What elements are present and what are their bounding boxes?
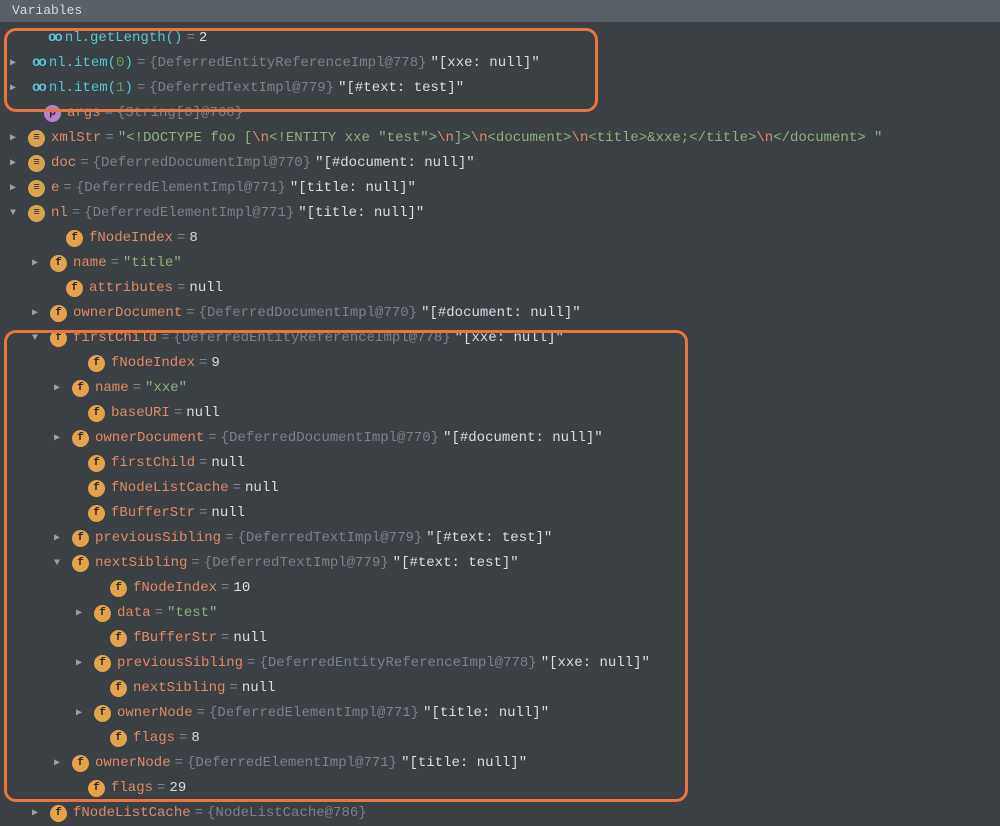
expr: nl.getLength(): [65, 27, 183, 49]
var-name: xmlStr: [51, 127, 101, 149]
chevron-down-icon[interactable]: ▼: [6, 206, 20, 222]
field-badge-icon: f: [88, 355, 105, 372]
chevron-right-icon[interactable]: ▶: [72, 706, 86, 722]
variable-row[interactable]: ▶fpreviousSibling={DeferredEntityReferen…: [0, 651, 1000, 676]
field-badge-icon: f: [66, 230, 83, 247]
variable-row[interactable]: ▶ffBufferStr=null: [0, 626, 1000, 651]
chevron-right-icon[interactable]: ▶: [6, 56, 20, 72]
variable-row[interactable]: ▶fname="xxe": [0, 376, 1000, 401]
type: {DeferredEntityReferenceImpl@778}: [149, 52, 426, 74]
glasses-icon: o͏o: [42, 27, 65, 49]
chevron-down-icon[interactable]: ▼: [28, 331, 42, 347]
field-badge-icon: f: [88, 455, 105, 472]
type: {String[0]@768}: [117, 102, 243, 124]
field-badge-icon: f: [110, 580, 127, 597]
variable-row[interactable]: ▼fnextSibling={DeferredTextImpl@779}"[#t…: [0, 551, 1000, 576]
field-badge-icon: f: [50, 255, 67, 272]
equals-badge-icon: ≡: [28, 130, 45, 147]
variable-row[interactable]: ▶ffNodeIndex=9: [0, 351, 1000, 376]
value: 2: [199, 27, 207, 49]
field-badge-icon: f: [88, 405, 105, 422]
field-badge-icon: f: [66, 280, 83, 297]
param-badge-icon: p: [44, 105, 61, 122]
chevron-down-icon[interactable]: ▼: [50, 556, 64, 572]
field-badge-icon: f: [72, 430, 89, 447]
variable-row[interactable]: ▼ ≡ nl= {DeferredElementImpl@771}"[title…: [0, 201, 1000, 226]
chevron-right-icon[interactable]: ▶: [28, 806, 42, 822]
chevron-right-icon[interactable]: ▶: [50, 531, 64, 547]
variable-row[interactable]: ▶ffNodeIndex=8: [0, 226, 1000, 251]
chevron-right-icon[interactable]: ▶: [72, 606, 86, 622]
chevron-right-icon[interactable]: ▶: [28, 306, 42, 322]
variable-row[interactable]: ▶fflags=29: [0, 776, 1000, 801]
field-badge-icon: f: [94, 605, 111, 622]
field-badge-icon: f: [88, 780, 105, 797]
variable-row[interactable]: ▶ffNodeListCache=null: [0, 476, 1000, 501]
glasses-icon: o͏o: [26, 77, 49, 99]
variable-tree: ▶ o͏o nl.getLength() =2 ▶ o͏o nl.item(0)…: [0, 22, 1000, 826]
variables-tab[interactable]: Variables: [0, 0, 1000, 22]
field-badge-icon: f: [72, 380, 89, 397]
field-badge-icon: f: [50, 305, 67, 322]
chevron-right-icon[interactable]: ▶: [6, 156, 20, 172]
chevron-right-icon[interactable]: ▶: [50, 431, 64, 447]
watch-expression[interactable]: ▶ o͏o nl.getLength() =2: [0, 26, 1000, 51]
variable-row[interactable]: ▶fbaseURI=null: [0, 401, 1000, 426]
field-badge-icon: f: [110, 730, 127, 747]
variable-row[interactable]: ▶fownerDocument={DeferredDocumentImpl@77…: [0, 426, 1000, 451]
type: {DeferredTextImpl@779}: [149, 77, 334, 99]
variable-row[interactable]: ▶ffirstChild=null: [0, 451, 1000, 476]
debugger-variables-panel: Variables ▶ o͏o nl.getLength() =2 ▶ o͏o …: [0, 0, 1000, 826]
tab-title: Variables: [12, 1, 82, 22]
variable-row[interactable]: ▶fownerNode={DeferredElementImpl@771}"[t…: [0, 751, 1000, 776]
variable-row[interactable]: ▶fownerDocument={DeferredDocumentImpl@77…: [0, 301, 1000, 326]
value: "[#text: test]": [334, 77, 464, 99]
variable-row[interactable]: ▶ ≡ xmlStr= "<!DOCTYPE foo [\n <!ENTITY …: [0, 126, 1000, 151]
field-badge-icon: f: [72, 530, 89, 547]
field-badge-icon: f: [88, 505, 105, 522]
chevron-right-icon[interactable]: ▶: [6, 181, 20, 197]
equals-badge-icon: ≡: [28, 155, 45, 172]
variable-row[interactable]: ▼ffirstChild={DeferredEntityReferenceImp…: [0, 326, 1000, 351]
variable-row[interactable]: ▶ p args= {String[0]@768}: [0, 101, 1000, 126]
field-badge-icon: f: [88, 480, 105, 497]
field-badge-icon: f: [50, 330, 67, 347]
field-badge-icon: f: [72, 755, 89, 772]
chevron-right-icon[interactable]: ▶: [28, 256, 42, 272]
value: "[xxe: null]": [427, 52, 540, 74]
glasses-icon: o͏o: [26, 52, 49, 74]
chevron-right-icon[interactable]: ▶: [72, 656, 86, 672]
chevron-right-icon[interactable]: ▶: [50, 381, 64, 397]
field-badge-icon: f: [94, 705, 111, 722]
equals-badge-icon: ≡: [28, 205, 45, 222]
variable-row[interactable]: ▶ ≡ e= {DeferredElementImpl@771}"[title:…: [0, 176, 1000, 201]
variable-row[interactable]: ▶fownerNode={DeferredElementImpl@771}"[t…: [0, 701, 1000, 726]
watch-expression[interactable]: ▶ o͏o nl.item(0) ={DeferredEntityReferen…: [0, 51, 1000, 76]
chevron-right-icon[interactable]: ▶: [6, 131, 20, 147]
variable-row[interactable]: ▶ffBufferStr=null: [0, 501, 1000, 526]
field-badge-icon: f: [50, 805, 67, 822]
field-badge-icon: f: [72, 555, 89, 572]
field-badge-icon: f: [94, 655, 111, 672]
chevron-right-icon[interactable]: ▶: [50, 756, 64, 772]
watch-expression[interactable]: ▶ o͏o nl.item(1) ={DeferredTextImpl@779}…: [0, 76, 1000, 101]
variable-row[interactable]: ▶ffNodeListCache={NodeListCache@786}: [0, 801, 1000, 826]
variable-row[interactable]: ▶ffNodeIndex=10: [0, 576, 1000, 601]
variable-row[interactable]: ▶fname="title": [0, 251, 1000, 276]
variable-row[interactable]: ▶fpreviousSibling={DeferredTextImpl@779}…: [0, 526, 1000, 551]
equals-badge-icon: ≡: [28, 180, 45, 197]
variable-row[interactable]: ▶fnextSibling=null: [0, 676, 1000, 701]
var-name: args: [67, 102, 101, 124]
variable-row[interactable]: ▶fflags=8: [0, 726, 1000, 751]
chevron-right-icon[interactable]: ▶: [6, 81, 20, 97]
variable-row[interactable]: ▶fattributes=null: [0, 276, 1000, 301]
variable-row[interactable]: ▶fdata="test": [0, 601, 1000, 626]
field-badge-icon: f: [110, 630, 127, 647]
variable-row[interactable]: ▶ ≡ doc= {DeferredDocumentImpl@770}"[#do…: [0, 151, 1000, 176]
field-badge-icon: f: [110, 680, 127, 697]
